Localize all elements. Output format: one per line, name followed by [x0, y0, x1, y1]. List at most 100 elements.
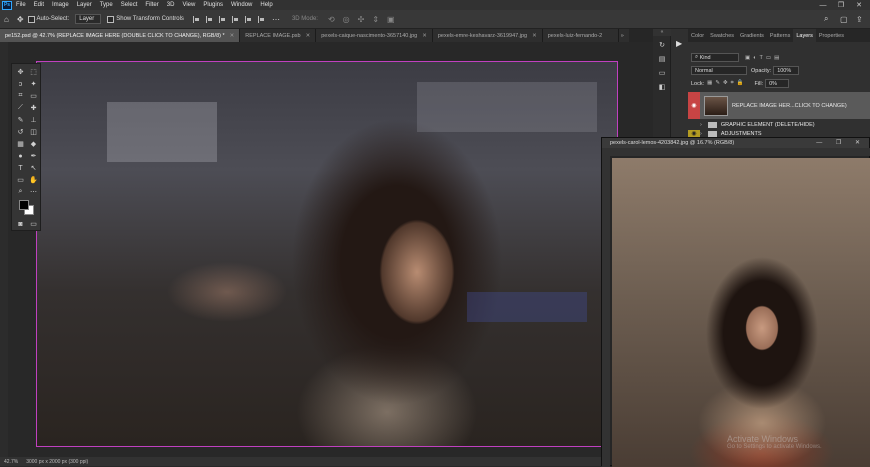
transform-controls-checkbox[interactable] [107, 15, 115, 23]
minimize-button[interactable]: — [814, 0, 832, 10]
zoom-icon[interactable]: ⌕ [15, 187, 26, 197]
eyedropper-icon[interactable]: ⟋ [15, 103, 26, 113]
close-button[interactable]: ✕ [850, 0, 868, 10]
magic-wand-icon[interactable]: ✦ [28, 79, 39, 89]
restore-button[interactable]: ❐ [832, 0, 850, 10]
align-top-icon[interactable] [231, 15, 239, 23]
hand-icon[interactable]: ✋ [28, 175, 39, 185]
menu-view[interactable]: View [178, 2, 199, 8]
menu-window[interactable]: Window [227, 2, 256, 8]
align-center-icon[interactable] [205, 15, 213, 23]
properties-icon[interactable]: ▤ [658, 55, 666, 63]
close-tab-icon[interactable]: ✕ [306, 33, 311, 39]
fill-input[interactable]: 0% [765, 79, 790, 88]
layer-row-adjustments[interactable]: ◉ › ADJUSTMENTS [688, 130, 870, 137]
type-icon[interactable]: T [15, 163, 26, 173]
align-middle-icon[interactable] [244, 15, 252, 23]
menu-edit[interactable]: Edit [30, 2, 48, 8]
foreground-color-swatch[interactable] [19, 200, 29, 210]
brush-icon[interactable]: ✎ [15, 115, 26, 125]
eye-icon-hidden[interactable] [688, 120, 700, 129]
auto-select-dropdown[interactable]: Layer [75, 14, 102, 24]
doc-tab-luiz[interactable]: pexels-luiz-fernando-2 [542, 29, 619, 42]
align-left-icon[interactable] [192, 15, 200, 23]
menu-3d[interactable]: 3D [163, 2, 179, 8]
transform-controls-option[interactable]: Show Transform Controls [107, 15, 184, 23]
photoshop-logo[interactable]: Ps [2, 0, 12, 10]
history-brush-icon[interactable]: ↺ [15, 127, 26, 137]
home-icon[interactable]: ⌂ [4, 15, 9, 24]
zoom-level[interactable]: 42.7% [4, 459, 18, 465]
tab-overflow-button[interactable]: » [618, 29, 629, 42]
menu-image[interactable]: Image [48, 2, 73, 8]
tab-color[interactable]: Color [688, 29, 707, 42]
layer-row-graphic-element[interactable]: › GRAPHIC ELEMENT (DELETE/HIDE) [688, 120, 870, 129]
expand-arrow-icon[interactable]: › [700, 131, 702, 137]
document-canvas-image[interactable] [36, 61, 618, 447]
lock-icons[interactable]: ▦✎✥⌗🔒 [707, 80, 746, 87]
menu-help[interactable]: Help [256, 2, 276, 8]
workspace-icon[interactable]: ▢ [840, 15, 848, 24]
menu-filter[interactable]: Filter [141, 2, 162, 8]
path-select-icon[interactable]: ↖ [28, 163, 39, 173]
doc-tab-pe152[interactable]: pe152.psd @ 42.7% (REPLACE IMAGE HERE (D… [0, 29, 241, 42]
pen-icon[interactable]: ✒ [28, 151, 39, 161]
dock-collapse-arrows[interactable]: « [653, 29, 671, 36]
libraries-icon[interactable]: ◧ [658, 83, 666, 91]
layer-row-replace-image[interactable]: ◉ REPLACE IMAGE HER...CLICK TO CHANGE) [688, 92, 870, 119]
menu-layer[interactable]: Layer [73, 2, 96, 8]
tab-properties[interactable]: Properties [816, 29, 847, 42]
screen-mode-icon[interactable]: ▭ [28, 219, 39, 229]
menu-plugins[interactable]: Plugins [199, 2, 227, 8]
align-bottom-icon[interactable] [257, 15, 265, 23]
comments-icon[interactable]: ▭ [658, 69, 666, 77]
floating-window-controls[interactable]: — ❐ ✕ [816, 139, 866, 146]
menu-type[interactable]: Type [96, 2, 117, 8]
expand-arrow-icon[interactable]: › [700, 122, 702, 128]
dodge-icon[interactable]: ● [15, 151, 26, 161]
align-right-icon[interactable] [218, 15, 226, 23]
tab-layers[interactable]: Layers [793, 29, 816, 42]
doc-tab-emre[interactable]: pexels-emre-keshavarz-3619947.jpg ✕ [432, 29, 543, 42]
tab-swatches[interactable]: Swatches [707, 29, 737, 42]
history-icon[interactable]: ↻ [658, 41, 666, 49]
close-tab-icon[interactable]: ✕ [532, 33, 537, 39]
quick-mask-icon[interactable]: ◙ [15, 219, 26, 229]
eye-icon[interactable]: ◉ [688, 92, 700, 119]
floating-document-image[interactable]: Activate Windows Go to Settings to activ… [612, 158, 870, 467]
auto-select-option[interactable]: Auto-Select: [27, 15, 69, 23]
marquee-icon[interactable]: ⬚ [28, 67, 39, 77]
stamp-icon[interactable]: ⊥ [28, 115, 39, 125]
more-tools-icon[interactable]: ⋯ [28, 187, 39, 197]
gradient-icon[interactable]: ▦ [15, 139, 26, 149]
eye-icon[interactable]: ◉ [688, 130, 700, 137]
frame-icon[interactable]: ▭ [28, 91, 39, 101]
menu-select[interactable]: Select [117, 2, 142, 8]
floating-window-titlebar[interactable]: pexels-carol-lemos-4203842.jpg @ 16.7% (… [602, 138, 869, 148]
tab-patterns[interactable]: Patterns [767, 29, 793, 42]
close-tab-icon[interactable]: ✕ [230, 33, 235, 39]
menu-file[interactable]: File [12, 2, 30, 8]
more-options-icon[interactable]: ⋯ [272, 15, 280, 24]
lasso-icon[interactable]: ↄ [15, 79, 26, 89]
rectangle-icon[interactable]: ▭ [15, 175, 26, 185]
layer-kind-filter[interactable]: ⌕ Kind [691, 53, 739, 62]
tab-gradients[interactable]: Gradients [737, 29, 767, 42]
blur-icon[interactable]: ◆ [28, 139, 39, 149]
opacity-input[interactable]: 100% [773, 66, 800, 75]
move-icon[interactable]: ✥ [15, 67, 26, 77]
floating-window-title: pexels-carol-lemos-4203842.jpg @ 16.7% (… [610, 140, 735, 146]
search-icon[interactable]: ⌕ [824, 14, 828, 24]
crop-icon[interactable]: ⌗ [15, 91, 26, 101]
doc-tab-replace-image[interactable]: REPLACE IMAGE.psb ✕ [240, 29, 317, 42]
filter-icons[interactable]: ▣◐T▭▤ [745, 55, 782, 61]
auto-select-checkbox[interactable] [27, 15, 35, 23]
move-tool-icon[interactable]: ✥ [17, 15, 24, 24]
close-tab-icon[interactable]: ✕ [422, 33, 427, 39]
share-icon[interactable]: ⇪ [856, 15, 863, 24]
healing-icon[interactable]: ✚ [28, 103, 39, 113]
doc-tab-caique[interactable]: pexels-caique-nascimento-3657140.jpg ✕ [316, 29, 433, 42]
play-icon[interactable]: ▶ [676, 39, 682, 48]
blend-mode-dropdown[interactable]: Normal [691, 66, 747, 75]
eraser-icon[interactable]: ◫ [28, 127, 39, 137]
